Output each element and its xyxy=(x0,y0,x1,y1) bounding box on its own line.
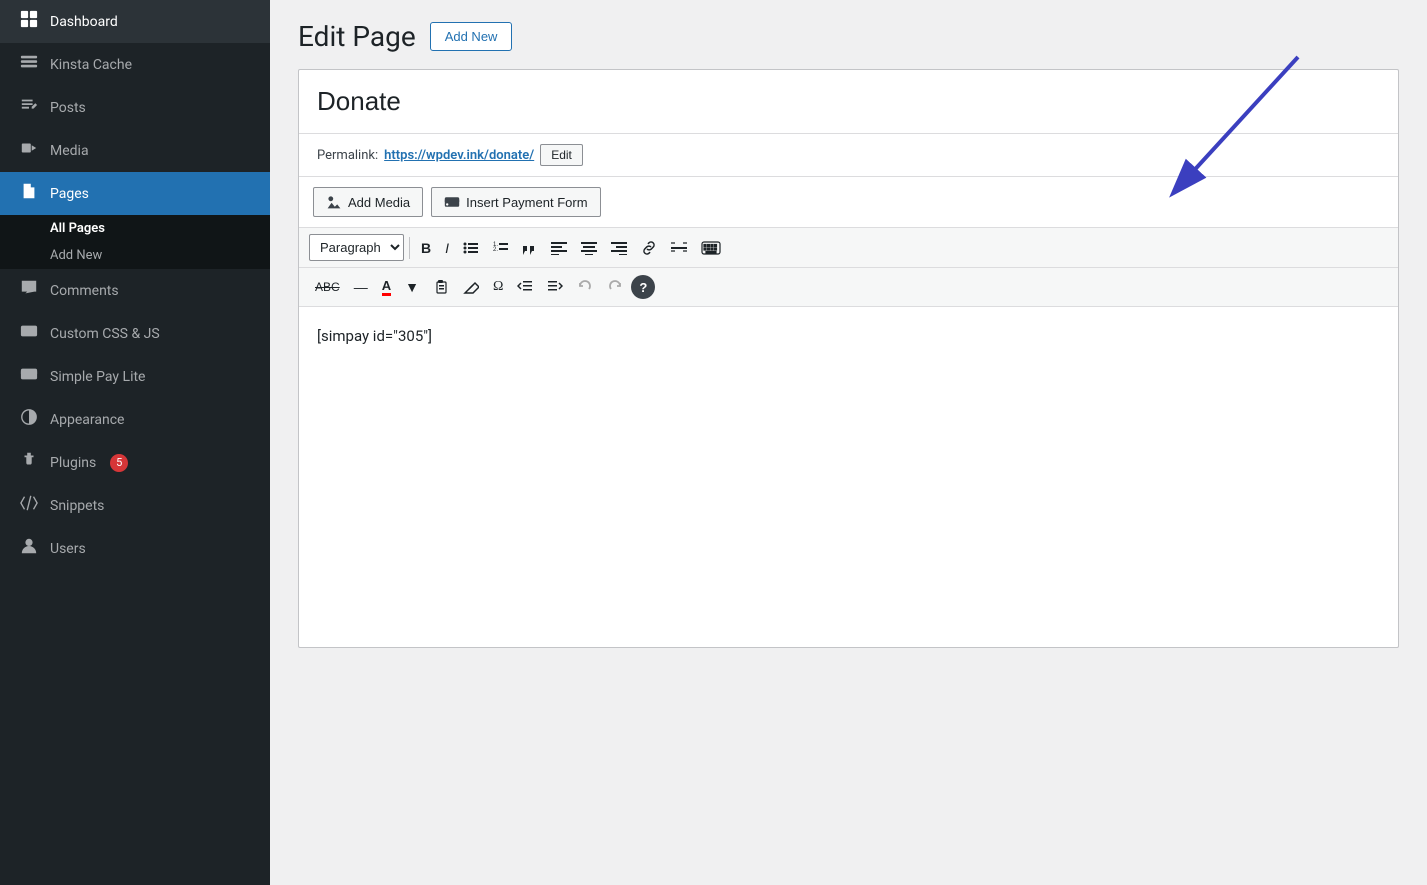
svg-text:2.: 2. xyxy=(493,247,498,253)
sidebar-item-label: Plugins xyxy=(50,455,96,471)
users-icon xyxy=(18,537,40,560)
sidebar-item-label: Custom CSS & JS xyxy=(50,326,160,342)
sidebar-item-label: Users xyxy=(50,541,86,557)
dashboard-icon xyxy=(18,10,40,33)
add-new-button[interactable]: Add New xyxy=(430,22,513,51)
blockquote-button[interactable] xyxy=(517,237,543,259)
sidebar-item-snippets[interactable]: Snippets xyxy=(0,484,270,527)
posts-icon xyxy=(18,96,40,119)
page-name-input[interactable] xyxy=(299,70,1398,134)
sidebar-item-label: Media xyxy=(50,143,89,159)
sidebar-item-posts[interactable]: Posts xyxy=(0,86,270,129)
plugins-icon xyxy=(18,451,40,474)
shortcode-content: [simpay id="305"] xyxy=(317,327,432,345)
pages-icon xyxy=(18,182,40,205)
sidebar-item-kinsta-cache[interactable]: Kinsta Cache xyxy=(0,43,270,86)
sidebar-item-label: Kinsta Cache xyxy=(50,57,132,73)
sidebar-item-label: Snippets xyxy=(50,498,104,514)
simple-pay-icon xyxy=(18,365,40,388)
page-header: Edit Page Add New xyxy=(298,20,1399,53)
sidebar-item-label: Simple Pay Lite xyxy=(50,369,145,385)
sidebar-item-simple-pay-lite[interactable]: Simple Pay Lite xyxy=(0,355,270,398)
indent-button[interactable] xyxy=(541,276,569,298)
sidebar-item-media[interactable]: Media xyxy=(0,129,270,172)
kinsta-icon xyxy=(18,53,40,76)
italic-button[interactable]: I xyxy=(439,236,455,260)
sidebar-item-label: Appearance xyxy=(50,412,124,428)
paste-button[interactable] xyxy=(427,275,455,299)
unordered-list-button[interactable] xyxy=(457,237,485,259)
text-color-dropdown[interactable]: ▼ xyxy=(399,275,425,299)
add-media-button[interactable]: Add Media xyxy=(313,187,423,217)
omega-button[interactable]: Ω xyxy=(487,275,509,299)
pages-submenu: All Pages Add New xyxy=(0,215,270,269)
redo-button[interactable] xyxy=(601,275,629,299)
hr-insert-button[interactable]: — xyxy=(348,275,374,299)
page-title: Edit Page xyxy=(298,20,416,53)
align-right-button[interactable] xyxy=(605,237,633,259)
comments-icon xyxy=(18,279,40,302)
permalink-url[interactable]: https://wpdev.ink/donate/ xyxy=(384,148,534,163)
media-icon xyxy=(18,139,40,162)
sidebar-item-appearance[interactable]: Appearance xyxy=(0,398,270,441)
text-color-button[interactable]: A xyxy=(376,274,397,300)
plugins-badge: 5 xyxy=(110,454,128,472)
strikethrough-button[interactable]: ABC xyxy=(309,276,346,298)
keyboard-button[interactable] xyxy=(695,235,727,261)
sidebar-item-label: Dashboard xyxy=(50,14,118,30)
hr-button[interactable] xyxy=(665,237,693,259)
link-button[interactable] xyxy=(635,237,663,259)
tinymce-toolbar-row1: Paragraph B I 1.2. xyxy=(299,228,1398,268)
insert-payment-button[interactable]: Insert Payment Form xyxy=(431,187,600,217)
ordered-list-button[interactable]: 1.2. xyxy=(487,237,515,259)
insert-payment-label: Insert Payment Form xyxy=(466,195,587,210)
snippets-icon xyxy=(18,494,40,517)
sidebar-item-label: Posts xyxy=(50,100,86,116)
sidebar-item-plugins[interactable]: Plugins 5 xyxy=(0,441,270,484)
undo-button[interactable] xyxy=(571,275,599,299)
add-media-label: Add Media xyxy=(348,195,410,210)
align-left-button[interactable] xyxy=(545,237,573,259)
sidebar-item-users[interactable]: Users xyxy=(0,527,270,570)
appearance-icon xyxy=(18,408,40,431)
custom-css-icon xyxy=(18,322,40,345)
permalink-label: Permalink: xyxy=(317,148,378,163)
editor-toolbar-top: Add Media Insert Payment Form xyxy=(299,177,1398,228)
sidebar-item-pages[interactable]: Pages xyxy=(0,172,270,215)
tinymce-toolbar-row2: ABC — A ▼ Ω ? xyxy=(299,268,1398,307)
sidebar-item-dashboard[interactable]: Dashboard xyxy=(0,0,270,43)
permalink-row: Permalink: https://wpdev.ink/donate/ Edi… xyxy=(299,134,1398,177)
main-content: Edit Page Add New Permalink: https://wpd… xyxy=(270,0,1427,885)
sidebar-sub-add-new[interactable]: Add New xyxy=(0,242,270,269)
outdent-button[interactable] xyxy=(511,276,539,298)
eraser-button[interactable] xyxy=(457,275,485,299)
sidebar-item-custom-css-js[interactable]: Custom CSS & JS xyxy=(0,312,270,355)
edit-permalink-button[interactable]: Edit xyxy=(540,144,583,166)
sidebar-item-label: Comments xyxy=(50,283,119,299)
sidebar: Dashboard Kinsta Cache Posts Media Pages… xyxy=(0,0,270,885)
bold-button[interactable]: B xyxy=(415,236,437,260)
editor-card: Permalink: https://wpdev.ink/donate/ Edi… xyxy=(298,69,1399,648)
paragraph-select[interactable]: Paragraph xyxy=(309,234,404,261)
editor-content-area[interactable]: [simpay id="305"] xyxy=(299,307,1398,647)
sidebar-item-comments[interactable]: Comments xyxy=(0,269,270,312)
sidebar-sub-all-pages[interactable]: All Pages xyxy=(0,215,270,242)
help-button[interactable]: ? xyxy=(631,275,655,299)
sidebar-item-label: Pages xyxy=(50,186,89,202)
align-center-button[interactable] xyxy=(575,237,603,259)
